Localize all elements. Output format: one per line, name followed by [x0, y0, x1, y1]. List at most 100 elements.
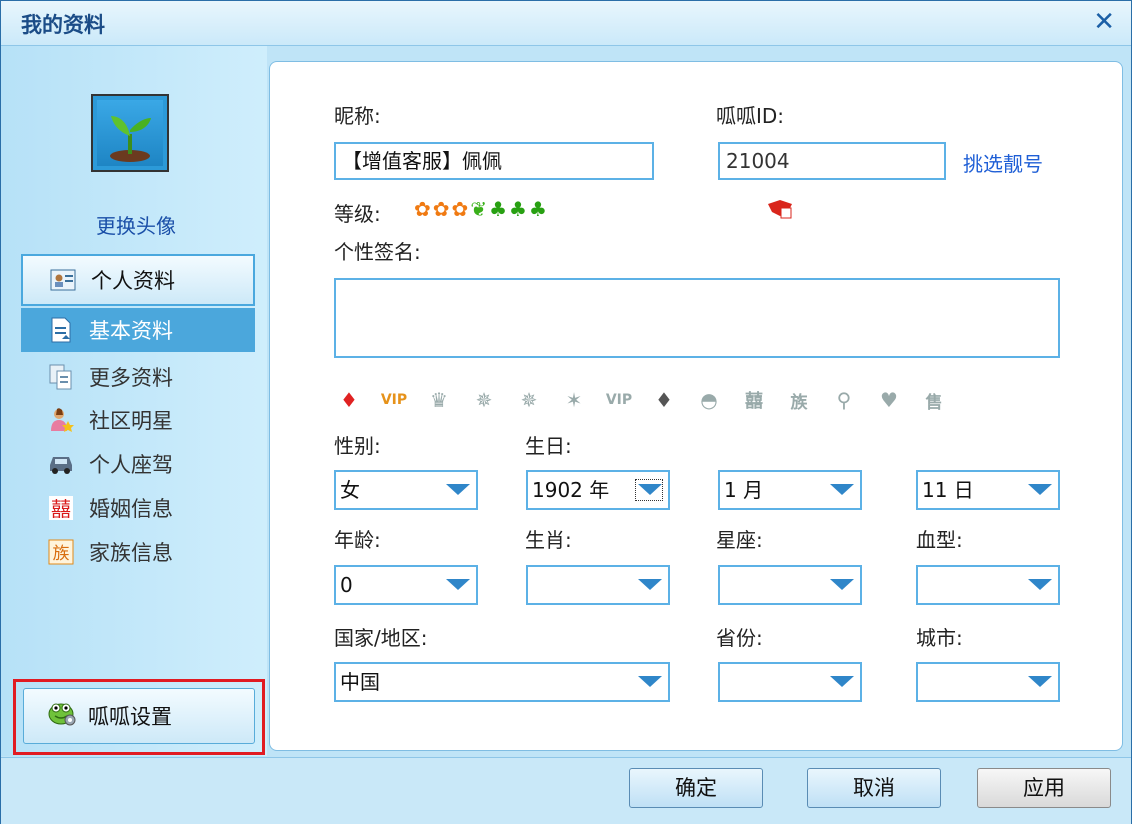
birth-month-select[interactable]: 1 月: [718, 470, 862, 510]
sidebar: 更换头像 个人资料 基本资料 更多资料 社区明星 个人座驾 囍 婚姻信息 族 家…: [1, 46, 267, 756]
birth-year-select[interactable]: 1902 年: [526, 470, 670, 510]
sprout-small-icon: ♣: [509, 197, 527, 221]
form-panel: 昵称: 【增值客服】佩佩 呱呱ID: 21004 挑选靓号 等级: ✿ ✿ ✿ …: [269, 61, 1123, 751]
level-label: 等级:: [334, 202, 381, 226]
sidebar-item-label: 婚姻信息: [89, 497, 173, 521]
chevron-down-icon[interactable]: [635, 479, 663, 501]
province-select[interactable]: [718, 662, 862, 702]
crown-icon[interactable]: ♛: [424, 385, 454, 415]
chevron-down-icon[interactable]: [444, 575, 470, 595]
sidebar-item-label: 社区明星: [89, 409, 173, 433]
age-select[interactable]: 0: [334, 565, 478, 605]
frog-settings-icon: [48, 700, 76, 732]
constellation-select[interactable]: [718, 565, 862, 605]
red-diamond-icon[interactable]: ♦: [334, 385, 364, 415]
sprout-icon: [97, 100, 163, 166]
gender-label: 性别:: [334, 434, 381, 458]
star-gray-icon[interactable]: ✵: [469, 385, 499, 415]
level-icons: ✿ ✿ ✿ ❦ ♣ ♣ ♣: [414, 197, 547, 221]
settings-label: 呱呱设置: [88, 705, 172, 729]
sidebar-item-label: 家族信息: [89, 541, 173, 565]
chevron-down-icon[interactable]: [1026, 480, 1052, 500]
star-gray-icon[interactable]: ✵: [514, 385, 544, 415]
avatar[interactable]: [91, 94, 169, 172]
pick-number-link[interactable]: 挑选靓号: [963, 148, 1043, 177]
birth-day-value: 11 日: [922, 478, 974, 502]
chevron-down-icon[interactable]: [828, 672, 854, 692]
star-gray-icon[interactable]: ✶: [559, 385, 589, 415]
red-badge-icon: [766, 198, 794, 226]
chevron-down-icon[interactable]: [1026, 575, 1052, 595]
nickname-input[interactable]: 【增值客服】佩佩: [334, 142, 654, 180]
gender-select[interactable]: 女: [334, 470, 478, 510]
chevron-down-icon[interactable]: [444, 480, 470, 500]
star-person-icon: [47, 406, 75, 434]
apply-button[interactable]: 应用: [977, 768, 1111, 808]
chevron-down-icon[interactable]: [636, 672, 662, 692]
signature-label: 个性签名:: [334, 240, 421, 264]
double-happiness-icon[interactable]: 囍: [739, 385, 769, 415]
document-icon: [47, 316, 75, 344]
flower-icon: ✿: [414, 197, 431, 221]
zodiac-select[interactable]: [526, 565, 670, 605]
title-bar: 我的资料 ✕: [1, 1, 1131, 46]
documents-icon: [47, 363, 75, 391]
flower-icon: ✿: [432, 197, 450, 221]
sidebar-item-label: 个人资料: [91, 269, 175, 293]
country-label: 国家/地区:: [334, 626, 428, 650]
ok-button[interactable]: 确定: [629, 768, 763, 808]
sidebar-item-community-star[interactable]: 社区明星: [21, 398, 255, 442]
family-icon: 族: [47, 538, 75, 566]
close-icon[interactable]: ✕: [1093, 7, 1115, 37]
id-card-icon: [49, 266, 77, 294]
country-select[interactable]: 中国: [334, 662, 670, 702]
window-title: 我的资料: [21, 13, 105, 37]
sidebar-item-label: 基本资料: [89, 319, 173, 343]
sidebar-item-marriage-info[interactable]: 囍 婚姻信息: [21, 486, 255, 530]
cancel-button[interactable]: 取消: [807, 768, 941, 808]
settings-highlight: 呱呱设置: [13, 679, 265, 755]
svg-text:族: 族: [53, 544, 70, 564]
ingot-icon[interactable]: ◓: [694, 385, 724, 415]
vip-gray-icon[interactable]: VIP: [604, 385, 634, 415]
button-bar: 确定 取消 应用: [1, 757, 1131, 824]
birth-month-value: 1 月: [724, 478, 764, 502]
vip-gold-icon[interactable]: VIP: [379, 385, 409, 415]
id-input[interactable]: 21004: [718, 142, 946, 180]
chevron-down-icon[interactable]: [828, 575, 854, 595]
sidebar-item-more-info[interactable]: 更多资料: [21, 355, 255, 399]
car-icon: [47, 450, 75, 478]
constellation-label: 星座:: [716, 528, 763, 552]
country-value: 中国: [340, 670, 380, 694]
city-select[interactable]: [916, 662, 1060, 702]
sidebar-item-personal-info[interactable]: 个人资料: [21, 254, 255, 306]
sprout-small-icon: ♣: [528, 197, 547, 221]
birthday-label: 生日:: [525, 434, 572, 458]
sidebar-item-family-info[interactable]: 族 家族信息: [21, 530, 255, 574]
blood-type-label: 血型:: [916, 528, 963, 552]
profile-window: 我的资料 ✕ 更换头像 个人资料 基本资料 更多资料 社区明星 个人座驾 囍 婚…: [0, 0, 1132, 824]
family-gray-icon[interactable]: 族: [784, 385, 814, 415]
sidebar-item-label: 个人座驾: [89, 453, 173, 477]
city-label: 城市:: [916, 626, 963, 650]
chevron-down-icon[interactable]: [828, 480, 854, 500]
leaf-icon: ❦: [470, 197, 488, 221]
sidebar-item-personal-car[interactable]: 个人座驾: [21, 442, 255, 486]
guagua-settings-button[interactable]: 呱呱设置: [23, 688, 255, 744]
sidebar-item-basic-info[interactable]: 基本资料: [21, 308, 255, 352]
signature-input[interactable]: [334, 278, 1060, 358]
gray-diamond-icon[interactable]: ♦: [649, 385, 679, 415]
hearts-icon[interactable]: ♥: [874, 385, 904, 415]
flower-icon: ✿: [451, 197, 469, 221]
nickname-label: 昵称:: [334, 104, 381, 128]
age-label: 年龄:: [334, 528, 381, 552]
chevron-down-icon[interactable]: [636, 575, 662, 595]
birth-day-select[interactable]: 11 日: [916, 470, 1060, 510]
chevron-down-icon[interactable]: [1026, 672, 1052, 692]
change-avatar-link[interactable]: 更换头像: [61, 210, 211, 239]
sell-icon[interactable]: 售: [919, 385, 949, 415]
sidebar-item-label: 更多资料: [89, 366, 173, 390]
blood-type-select[interactable]: [916, 565, 1060, 605]
microphone-icon[interactable]: ⚲: [829, 385, 859, 415]
id-label: 呱呱ID:: [716, 104, 785, 128]
